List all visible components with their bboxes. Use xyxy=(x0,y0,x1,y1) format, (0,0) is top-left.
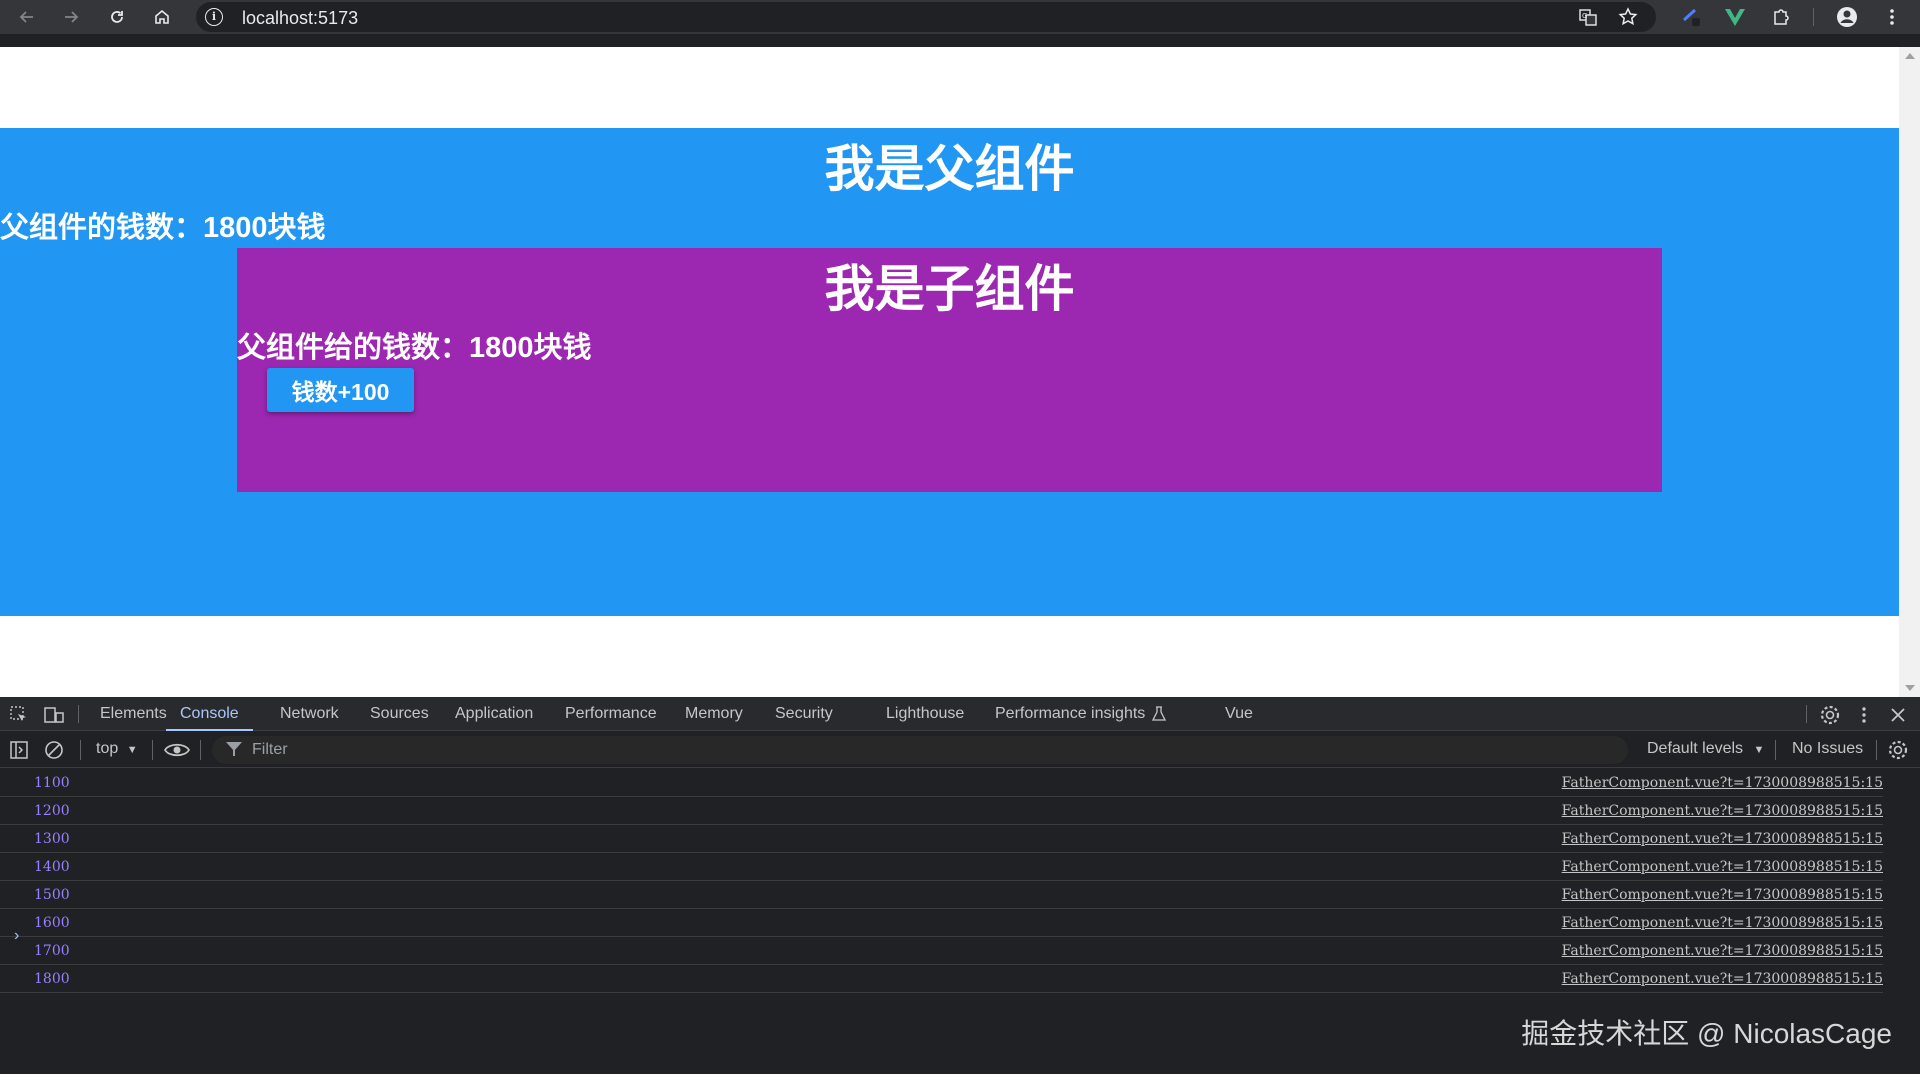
tab-sources[interactable]: Sources xyxy=(370,697,429,731)
log-source-link[interactable]: FatherComponent.vue?t=1730008988515:15 xyxy=(1562,887,1883,903)
page-viewport: 我是父组件 父组件的钱数：1800块钱 我是子组件 父组件给的钱数：1800块钱… xyxy=(0,47,1899,697)
log-value: 1400 xyxy=(34,859,70,875)
tab-performance[interactable]: Performance xyxy=(565,697,657,731)
tab-performance-insights[interactable]: Performance insights xyxy=(995,697,1145,731)
console-message: 1600 FatherComponent.vue?t=1730008988515… xyxy=(0,909,1883,937)
log-source-link[interactable]: FatherComponent.vue?t=1730008988515:15 xyxy=(1562,971,1883,987)
console-divider xyxy=(152,740,153,760)
log-value: 1600 xyxy=(34,915,70,931)
close-devtools-icon[interactable] xyxy=(1886,703,1910,727)
site-info-icon[interactable]: i xyxy=(205,8,223,26)
extensions-puzzle-icon[interactable] xyxy=(1767,3,1795,31)
tab-elements[interactable]: Elements xyxy=(100,697,167,731)
svg-text:G: G xyxy=(1582,12,1587,20)
log-levels-dropdown[interactable]: Default levels ▼ xyxy=(1647,740,1764,758)
inspect-element-icon[interactable] xyxy=(8,704,30,726)
log-source-link[interactable]: FatherComponent.vue?t=1730008988515:15 xyxy=(1562,943,1883,959)
console-divider xyxy=(1876,740,1877,760)
console-divider xyxy=(1775,740,1776,760)
live-expression-eye-icon[interactable] xyxy=(162,739,192,761)
log-source-link[interactable]: FatherComponent.vue?t=1730008988515:15 xyxy=(1562,803,1883,819)
log-value: 1300 xyxy=(34,831,70,847)
console-prompt[interactable]: › xyxy=(14,927,19,945)
console-filter-input[interactable]: Filter xyxy=(212,736,1628,764)
devtools-tabbar: Elements Console Network Sources Applica… xyxy=(0,697,1920,731)
console-message: 1700 FatherComponent.vue?t=1730008988515… xyxy=(0,937,1883,965)
console-message: 1400 FatherComponent.vue?t=1730008988515… xyxy=(0,853,1883,881)
console-message: 1800 FatherComponent.vue?t=1730008988515… xyxy=(0,965,1883,993)
extension-icon[interactable] xyxy=(1678,3,1706,31)
console-message: 1200 FatherComponent.vue?t=1730008988515… xyxy=(0,797,1883,825)
log-source-link[interactable]: FatherComponent.vue?t=1730008988515:15 xyxy=(1562,915,1883,931)
tab-memory[interactable]: Memory xyxy=(685,697,743,731)
log-levels-label: Default levels xyxy=(1647,740,1744,757)
log-source-link[interactable]: FatherComponent.vue?t=1730008988515:15 xyxy=(1562,831,1883,847)
context-selector[interactable]: top ▼ xyxy=(96,740,138,758)
log-value: 1200 xyxy=(34,803,70,819)
url-text: localhost:5173 xyxy=(242,8,359,28)
father-money-text: 父组件的钱数：1800块钱 xyxy=(0,212,326,244)
log-source-link[interactable]: FatherComponent.vue?t=1730008988515:15 xyxy=(1562,859,1883,875)
tab-lighthouse[interactable]: Lighthouse xyxy=(886,697,964,731)
bookmark-star-icon[interactable] xyxy=(1614,3,1642,31)
tab-application[interactable]: Application xyxy=(455,697,533,731)
scroll-down-icon[interactable] xyxy=(1905,685,1915,691)
issues-counter[interactable]: No Issues xyxy=(1792,740,1863,758)
chevron-down-icon: ▼ xyxy=(1753,744,1765,756)
console-message: 1300 FatherComponent.vue?t=1730008988515… xyxy=(0,825,1883,853)
vue-devtools-icon[interactable] xyxy=(1721,3,1749,31)
devtools-panel: Elements Console Network Sources Applica… xyxy=(0,697,1920,1074)
filter-funnel-stem xyxy=(233,748,235,756)
log-value: 1500 xyxy=(34,887,70,903)
home-icon[interactable] xyxy=(148,3,176,31)
tab-network[interactable]: Network xyxy=(280,697,339,731)
watermark-text: 掘金技术社区 @ NicolasCage xyxy=(1521,1018,1892,1049)
more-options-icon[interactable] xyxy=(1854,703,1874,727)
tab-vue[interactable]: Vue xyxy=(1225,697,1253,731)
log-value: 1800 xyxy=(34,971,70,987)
tab-divider xyxy=(78,705,79,723)
browser-toolbar: i localhost:5173 G xyxy=(0,0,1920,34)
filter-placeholder: Filter xyxy=(252,741,288,758)
tab-console[interactable]: Console xyxy=(166,697,253,731)
context-label: top xyxy=(96,740,119,757)
child-money-text: 父组件给的钱数：1800块钱 xyxy=(237,332,592,364)
tab-security[interactable]: Security xyxy=(775,697,833,731)
child-component: 我是子组件 父组件给的钱数：1800块钱 钱数+100 xyxy=(237,248,1662,492)
menu-icon[interactable] xyxy=(1878,3,1906,31)
forward-icon[interactable] xyxy=(57,3,85,31)
log-value: 1100 xyxy=(34,775,70,791)
profile-icon[interactable] xyxy=(1833,3,1861,31)
log-value: 1700 xyxy=(34,943,70,959)
back-icon[interactable] xyxy=(13,3,41,31)
console-message: 1100 FatherComponent.vue?t=1730008988515… xyxy=(0,769,1883,797)
add-money-button[interactable]: 钱数+100 xyxy=(267,368,414,412)
tab-divider-right xyxy=(1806,705,1807,723)
address-bar[interactable]: i localhost:5173 xyxy=(196,2,1656,32)
father-component: 我是父组件 父组件的钱数：1800块钱 我是子组件 父组件给的钱数：1800块钱… xyxy=(0,128,1899,616)
console-divider xyxy=(80,740,81,760)
console-settings-gear-icon[interactable] xyxy=(1886,738,1910,762)
console-divider xyxy=(200,740,201,760)
translate-icon[interactable]: G xyxy=(1574,3,1602,31)
father-title: 我是父组件 xyxy=(824,141,1075,197)
chevron-down-icon: ▼ xyxy=(126,744,138,756)
log-source-link[interactable]: FatherComponent.vue?t=1730008988515:15 xyxy=(1562,775,1883,791)
experiment-flask-icon xyxy=(1150,705,1168,723)
toolbar-divider xyxy=(1813,8,1814,26)
device-toolbar-icon[interactable] xyxy=(43,704,65,726)
reload-icon[interactable] xyxy=(103,3,131,31)
console-message: 1500 FatherComponent.vue?t=1730008988515… xyxy=(0,881,1883,909)
console-toolbar: top ▼ Filter Default levels ▼ No Issues xyxy=(0,732,1920,768)
settings-gear-icon[interactable] xyxy=(1818,703,1842,727)
child-title: 我是子组件 xyxy=(824,261,1075,317)
scroll-up-icon[interactable] xyxy=(1905,53,1915,59)
sidebar-toggle-icon[interactable] xyxy=(8,739,30,761)
page-scrollbar[interactable] xyxy=(1899,47,1920,697)
clear-console-icon[interactable] xyxy=(43,739,65,761)
